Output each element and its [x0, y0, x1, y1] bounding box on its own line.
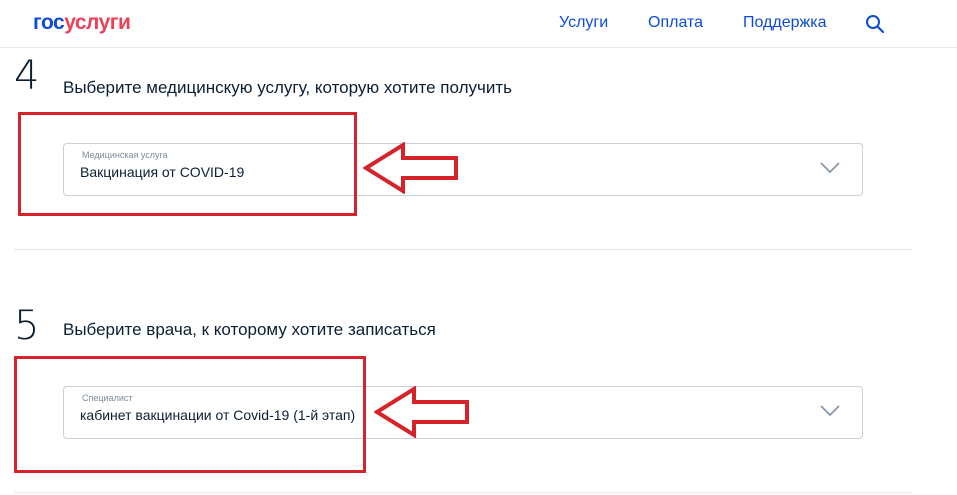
logo-part-gos: гос: [33, 11, 65, 34]
annotation-box-specialist: [14, 356, 366, 473]
step-title-4: Выберите медицинскую услугу, которую хот…: [63, 78, 513, 97]
nav-services[interactable]: Услуги: [559, 14, 608, 32]
annotation-arrow-icon: [374, 386, 469, 438]
nav-support[interactable]: Поддержка: [743, 14, 826, 32]
step-number-4: 4: [14, 53, 40, 99]
logo-part-uslugi: услуги: [64, 11, 131, 34]
section-divider-bottom: [14, 492, 913, 493]
gosuslugi-logo[interactable]: госуслуги: [33, 11, 131, 35]
top-header: госуслуги Услуги Оплата Поддержка: [0, 0, 957, 48]
annotation-box-service: [18, 112, 357, 216]
step-number-5: 5: [14, 303, 40, 349]
step-title-5: Выберите врача, к которому хотите записа…: [63, 320, 436, 339]
chevron-down-icon: [820, 162, 840, 174]
chevron-down-icon: [820, 405, 840, 417]
search-icon[interactable]: [865, 14, 885, 34]
annotation-arrow-icon: [363, 142, 458, 194]
nav-payment[interactable]: Оплата: [648, 14, 703, 32]
section-divider: [14, 249, 913, 250]
